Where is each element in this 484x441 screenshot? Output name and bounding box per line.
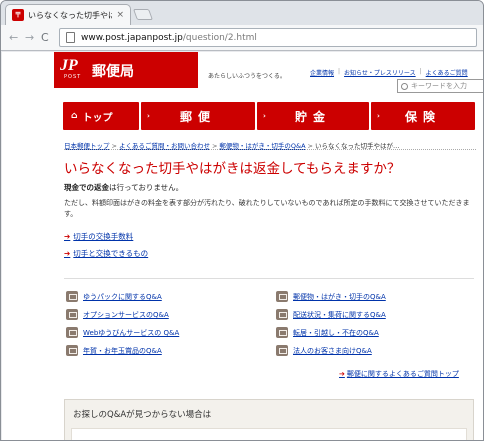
mail-faq-top-link[interactable]: ➔ 郵便に関するよくあるご質問トップ <box>339 369 459 379</box>
faq-link-label: ゆうパックに関するQ&A <box>83 292 162 301</box>
faq-link-label: 配送状況・集荷に関するQ&A <box>293 310 386 319</box>
related-link-fee[interactable]: ➔ 切手の交換手数料 <box>64 231 133 242</box>
more-link-label: 郵便に関するよくあるご質問トップ <box>346 370 459 378</box>
faq-link-label: 年賀・お年玉賞品のQ&A <box>83 346 162 355</box>
nav-bank-button[interactable]: › 貯金 <box>257 102 369 130</box>
option-icon <box>66 309 78 320</box>
browser-toolbar: ← → C www.post.japanpost.jp/question/2.h… <box>1 25 483 51</box>
divider <box>64 149 476 150</box>
answer-lead-bold: 現金での返金 <box>64 183 109 192</box>
stamp-icon <box>276 291 288 302</box>
not-found-title: お探しのQ&Aが見つからない場合は <box>73 410 212 420</box>
arrow-right-icon: ➔ <box>64 232 71 241</box>
header-link-news[interactable]: お知らせ・プレスリリース <box>344 68 416 77</box>
faq-link-yupack[interactable]: ゆうパックに関するQ&A <box>66 291 162 302</box>
truck-icon <box>276 309 288 320</box>
not-found-panel: お探しのQ&Aが見つからない場合は <box>64 399 474 440</box>
answer-lead-rest: は行っておりません。 <box>109 183 184 192</box>
tagline: あたらしいふつうをつくる。 <box>208 73 286 80</box>
chevron-right-icon: › <box>147 112 156 120</box>
chevron-right-icon: › <box>377 112 386 120</box>
tab-strip: 〒 いらなくなった切手やはが × <box>1 1 483 25</box>
separator: | <box>338 68 341 75</box>
faq-link-label: オプションサービスのQ&A <box>83 310 169 319</box>
nav-insurance-button[interactable]: › 保険 <box>371 102 475 130</box>
tab-title: いらなくなった切手やはが <box>28 10 112 20</box>
parcel-icon <box>66 291 78 302</box>
house-icon <box>276 327 288 338</box>
nav-mail-button[interactable]: › 郵便 <box>141 102 255 130</box>
home-icon: ⌂ <box>71 111 78 121</box>
arrow-right-icon: ➔ <box>64 249 71 258</box>
faq-link-label: Webゆうびんサービスの Q&A <box>83 328 180 337</box>
faq-link-web-mail[interactable]: Webゆうびんサービスの Q&A <box>66 327 179 338</box>
web-page: JP POST 郵便局 あたらしいふつうをつくる。 企業情報 | お知らせ・プレ… <box>2 52 483 440</box>
global-nav: ⌂ トップ › 郵便 › 貯金 › 保険 <box>63 102 475 130</box>
logo-post-text: POST <box>64 74 82 80</box>
search-icon <box>401 82 408 90</box>
faq-link-moving[interactable]: 転居・引越し・不在のQ&A <box>276 327 379 338</box>
answer-body: ただし、料額印面はがきの料金を表す部分が汚れたり、破れたりしていないものであれば… <box>64 199 470 218</box>
browser-window: 〒 いらなくなった切手やはが × ← → C www.post.japanpos… <box>0 0 484 441</box>
chevron-right-icon: › <box>263 112 272 120</box>
related-link-exchange[interactable]: ➔ 切手と交換できるもの <box>64 248 148 259</box>
faq-link-panel: ゆうパックに関するQ&A オプションサービスのQ&A Webゆうびんサービスの … <box>64 278 474 362</box>
faq-link-label: 転居・引越し・不在のQ&A <box>293 328 379 337</box>
nav-bank-label: 貯金 <box>294 109 331 124</box>
nav-mail-label: 郵便 <box>179 109 216 124</box>
page-icon <box>66 32 75 43</box>
web-icon <box>66 327 78 338</box>
faq-link-label: 郵便物・はがき・切手のQ&A <box>293 292 386 301</box>
site-search-input[interactable]: キーワードを入力 <box>397 79 483 93</box>
url-path: /question/2.html <box>182 32 257 43</box>
address-bar[interactable]: www.post.japanpost.jp/question/2.html <box>59 28 477 47</box>
header-links: 企業情報 | お知らせ・プレスリリース | よくあるご質問 <box>310 68 468 77</box>
tab-close-icon[interactable]: × <box>116 10 124 20</box>
search-placeholder: キーワードを入力 <box>411 82 467 90</box>
url-host: www.post.japanpost.jp <box>81 32 183 43</box>
nav-top-label: トップ <box>82 112 113 124</box>
arrow-right-icon: ➔ <box>339 370 345 378</box>
new-year-card-icon <box>66 345 78 356</box>
faq-link-stamps[interactable]: 郵便物・はがき・切手のQ&A <box>276 291 386 302</box>
browser-tab[interactable]: 〒 いらなくなった切手やはが × <box>5 4 131 25</box>
reload-icon[interactable]: C <box>41 31 49 44</box>
header-link-corporate[interactable]: 企業情報 <box>310 68 334 77</box>
forward-icon[interactable]: → <box>25 31 34 44</box>
nav-insurance-label: 保険 <box>404 109 441 124</box>
building-icon <box>276 345 288 356</box>
faq-link-corporate[interactable]: 法人のお客さま向けQ&A <box>276 345 372 356</box>
faq-link-delivery[interactable]: 配送状況・集荷に関するQ&A <box>276 309 386 320</box>
faq-link-label: 法人のお客さま向けQ&A <box>293 346 372 355</box>
nav-top-button[interactable]: ⌂ トップ <box>63 102 139 130</box>
answer-lead: 現金での返金は行っておりません。 <box>64 182 183 193</box>
not-found-content <box>71 428 467 440</box>
page-title: いらなくなった切手やはがきは返金してもらえますか？ <box>64 161 401 177</box>
faq-link-options[interactable]: オプションサービスのQ&A <box>66 309 169 320</box>
related-link-label: 切手と交換できるもの <box>73 249 149 258</box>
faq-link-nenga[interactable]: 年賀・お年玉賞品のQ&A <box>66 345 162 356</box>
related-link-label: 切手の交換手数料 <box>73 232 134 241</box>
japanpost-favicon-icon: 〒 <box>12 9 24 21</box>
header-link-faq[interactable]: よくあるご質問 <box>426 68 468 77</box>
back-icon[interactable]: ← <box>9 31 18 44</box>
separator: | <box>419 68 422 75</box>
new-tab-button[interactable] <box>132 9 154 20</box>
site-logo-text[interactable]: 郵便局 <box>92 61 134 81</box>
